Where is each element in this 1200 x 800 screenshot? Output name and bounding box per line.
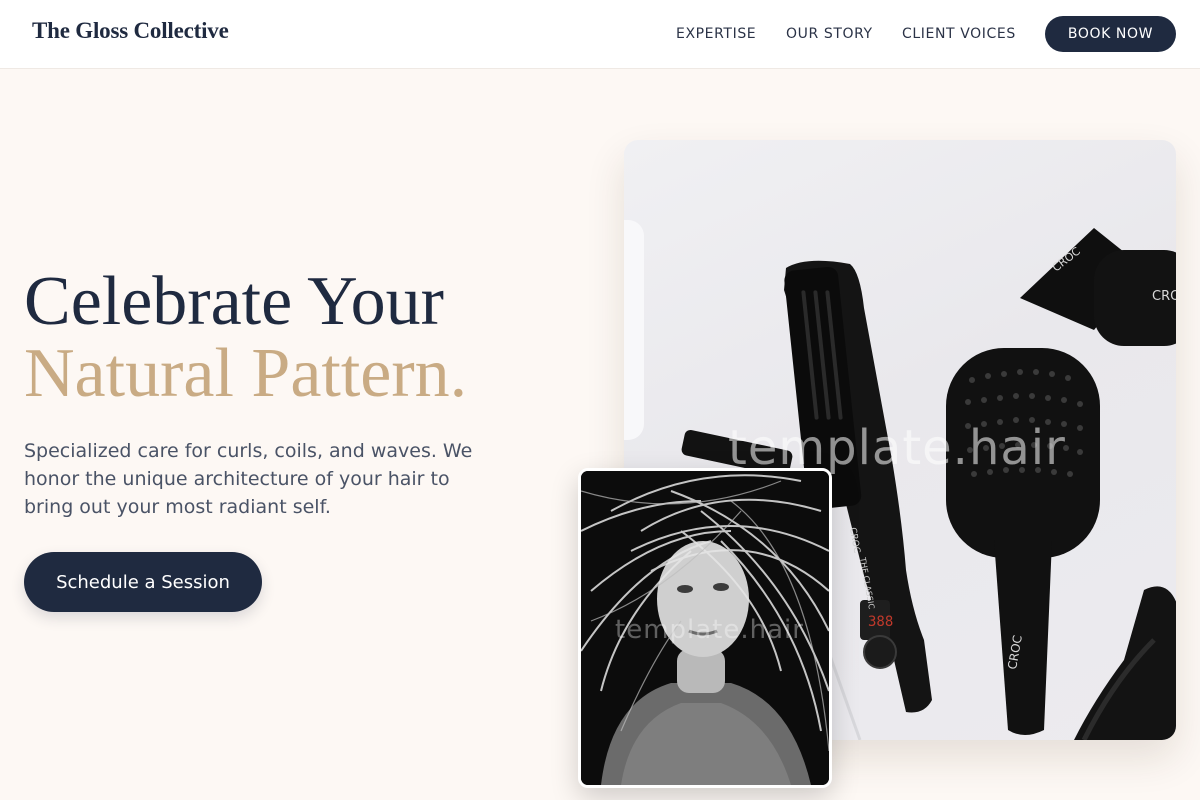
hero-headline: Celebrate Your Natural Pattern. xyxy=(24,266,467,410)
nav-link-client-voices[interactable]: CLIENT VOICES xyxy=(902,26,1016,42)
nav-link-expertise[interactable]: EXPERTISE xyxy=(676,26,756,42)
site-header: The Gloss Collective EXPERTISE OUR STORY… xyxy=(0,0,1200,69)
schedule-session-button[interactable]: Schedule a Session xyxy=(24,552,262,612)
svg-text:CROC: CROC xyxy=(1152,289,1176,304)
headline-line-1: Celebrate Your xyxy=(24,263,444,340)
hair-dryer-shape: CROC CROC xyxy=(1020,228,1176,346)
model-portrait-photo: template.hair xyxy=(578,468,832,788)
book-now-button[interactable]: BOOK NOW xyxy=(1045,16,1176,52)
paddle-brush-shape: CROC xyxy=(946,348,1100,735)
inset-photo-watermark: template.hair xyxy=(615,615,804,645)
svg-text:388: 388 xyxy=(868,614,893,630)
headline-line-2: Natural Pattern. xyxy=(24,335,468,412)
curling-iron-shape xyxy=(1074,586,1176,740)
brand-logo[interactable]: The Gloss Collective xyxy=(32,18,229,44)
nav-link-our-story[interactable]: OUR STORY xyxy=(786,26,873,42)
hero-description: Specialized care for curls, coils, and w… xyxy=(24,440,473,518)
